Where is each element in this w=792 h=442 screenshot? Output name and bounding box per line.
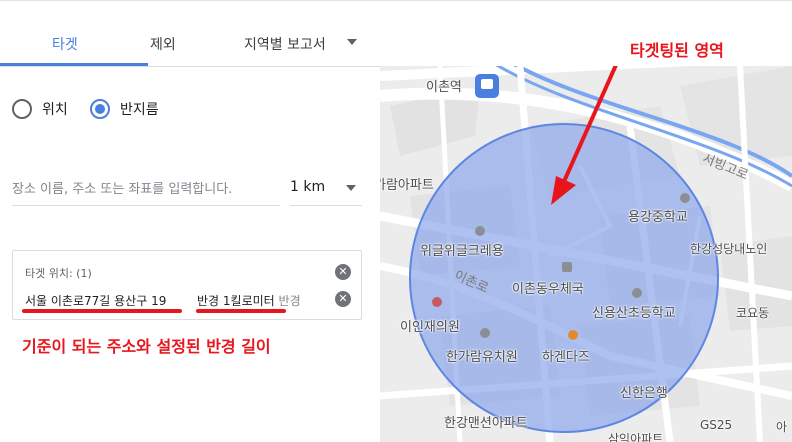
post-office-icon [562,262,572,272]
target-location-title: 타겟 위치: (1) [25,267,92,280]
map-label-hangang-mansion[interactable]: 한강맨션아파트 [444,412,528,431]
radio-location-label: 위치 [42,102,68,118]
address-highlight-underline [22,309,182,313]
school-icon [475,226,485,236]
tab-region-report[interactable]: 지역별 보고서 [244,34,326,54]
distance-select[interactable]: 1 km [290,176,362,202]
restaurant-icon [568,330,578,340]
radio-radius-icon[interactable] [90,99,110,119]
tab-dropdown-icon[interactable] [347,39,357,45]
tab-exclude[interactable]: 제외 [150,34,176,54]
remove-location-icon[interactable]: ✕ [335,291,351,307]
map-label-haagen[interactable]: 하겐다즈 [542,346,590,365]
radio-radius[interactable]: 반지름 [90,99,159,119]
distance-underline [290,205,362,206]
map-annotation-caption: 타겟팅된 영역 [630,41,724,60]
tabs-divider [0,66,380,67]
clear-all-icon[interactable]: ✕ [335,264,351,280]
target-address: 서울 이촌로77길 용산구 19 [25,294,167,308]
tab-bar: 타겟 제외 지역별 보고서 [0,0,380,66]
map-view[interactable]: 이촌역 서빙고로 가람아파트 위글위글크레용 용강중학교 한강성당내노인 이촌로… [380,66,792,442]
school-icon [632,288,642,298]
radio-location-icon[interactable] [12,99,32,119]
tab-target[interactable]: 타겟 [52,34,78,54]
clinic-icon [432,297,442,307]
target-radius-value: 반경 1킬로미터 [197,294,275,308]
map-label-hangaram-kinder[interactable]: 한가람유치원 [446,346,518,365]
map-label-koyo[interactable]: 코요동 [736,304,769,321]
location-search-input[interactable] [12,176,280,202]
panel-annotation-caption: 기준이 되는 주소와 설정된 반경 길이 [22,337,271,356]
map-label-yonggang-ms[interactable]: 용강중학교 [628,206,688,225]
map-label-gs25[interactable]: GS25 [700,418,732,432]
map-label-partial[interactable]: 아 [776,418,787,435]
distance-value: 1 km [290,179,326,195]
school-icon [680,193,690,203]
map-label-hangang-church[interactable]: 한강성당내노인 [690,240,767,257]
map-label-shinhan[interactable]: 신한은행 [620,382,668,401]
distance-dropdown-icon[interactable] [346,185,356,191]
radius-highlight-underline [196,309,286,313]
map-label-ichon-post[interactable]: 이촌동우체국 [512,278,584,297]
search-underline [12,205,280,206]
map-label-garam-apt[interactable]: 가람아파트 [380,174,434,193]
map-label-ichon-station[interactable]: 이촌역 [426,76,462,95]
target-radius-suffix: 반경 [278,294,301,308]
school-icon [480,328,490,338]
target-radius: 반경 1킬로미터 반경 [197,292,301,309]
map-label-sinyongsan-es[interactable]: 신용산초등학교 [592,302,676,321]
map-label-ijaejae[interactable]: 이인재의원 [400,316,460,335]
map-label-samik-apt[interactable]: 삼익아파트 [608,430,663,442]
radio-location[interactable]: 위치 [12,99,68,119]
radio-radius-label: 반지름 [120,102,159,118]
map-label-wigeul[interactable]: 위글위글크레용 [420,240,504,259]
target-address-row: 서울 이촌로77길 용산구 19 [25,292,166,309]
